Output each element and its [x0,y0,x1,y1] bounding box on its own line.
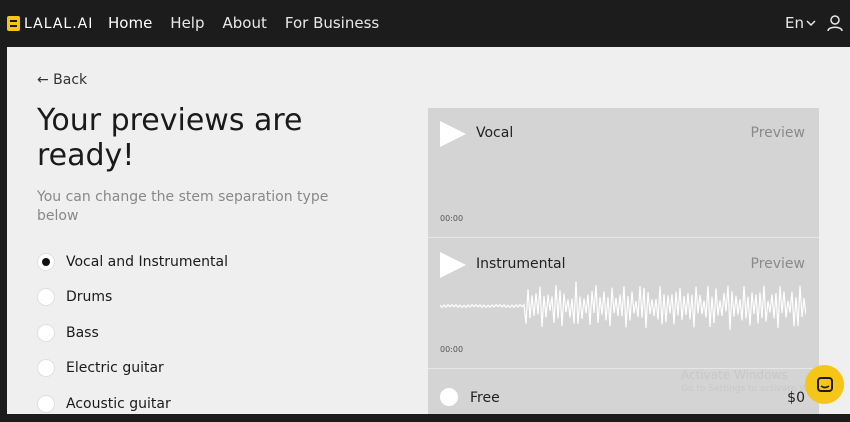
option-label: Drums [66,289,113,306]
option-label: Vocal and Instrumental [66,253,228,270]
option-bass[interactable]: Bass [37,315,228,351]
play-icon[interactable] [440,121,466,147]
logo[interactable]: LALAL.AI [7,15,93,32]
plan-label: Free [470,390,500,406]
waveform-path [440,281,806,330]
radio-button[interactable] [37,394,55,413]
user-icon[interactable] [826,14,844,32]
page-title: Your previews are ready! [37,103,303,173]
option-label: Electric guitar [66,360,164,377]
language-label: En [785,14,804,32]
track-time: 00:00 [440,214,464,223]
track-instrumental: Instrumental Preview 00:00 [428,239,819,369]
logo-text: LALAL.AI [24,15,94,32]
option-label: Bass [66,324,99,341]
track-preview-label: Preview [750,256,806,272]
play-icon[interactable] [440,252,466,278]
radio-button[interactable] [37,288,55,307]
main-content: ← Back Your previews are ready! You can … [7,47,850,418]
option-drums[interactable]: Drums [37,280,228,316]
chat-icon [816,376,833,392]
chat-support-button[interactable] [805,365,844,404]
track-vocal: Vocal Preview 00:00 [428,108,819,238]
nav-about[interactable]: About [223,14,267,32]
radio-button[interactable] [37,359,55,378]
nav-help[interactable]: Help [170,14,204,32]
stem-type-options: Vocal and Instrumental Drums Bass Electr… [37,244,228,422]
option-vocal-and-instrumental[interactable]: Vocal and Instrumental [37,244,228,280]
language-selector[interactable]: En [785,14,816,32]
track-preview-label: Preview [750,125,806,141]
track-time: 00:00 [440,345,464,354]
track-name: Vocal [476,125,514,141]
waveform[interactable] [440,281,806,331]
radio-button[interactable] [37,323,55,342]
bottom-strip [0,414,850,418]
radio-button[interactable] [440,388,458,406]
top-navigation-bar: LALAL.AI Home Help About For Business En [0,0,850,47]
nav-for-business[interactable]: For Business [285,14,379,32]
logo-icon [7,16,20,31]
track-name: Instrumental [476,256,566,272]
radio-button-checked[interactable] [37,252,55,271]
option-label: Acoustic guitar [66,395,171,412]
page-subtitle: You can change the stem separation type … [37,189,329,224]
main-nav: Home Help About For Business [108,14,397,32]
option-electric-guitar[interactable]: Electric guitar [37,351,228,387]
chevron-down-icon [806,20,816,27]
nav-home[interactable]: Home [108,14,152,32]
back-link[interactable]: ← Back [37,72,87,88]
